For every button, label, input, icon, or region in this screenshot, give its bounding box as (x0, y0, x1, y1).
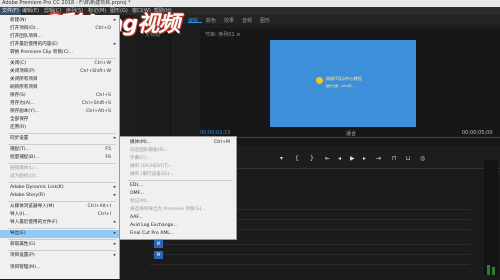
audio-track[interactable] (150, 255, 470, 265)
submenu-item-avid-log[interactable]: Avid Log Exchange... (120, 222, 236, 230)
chevron-right-icon: ▸ (113, 231, 116, 236)
menu-item-batch-capture[interactable]: 批量捕捉(B)... F6 (0, 154, 119, 162)
video-logo-text: 网络IT培训中心教程 (326, 76, 362, 81)
menu-separator (8, 250, 116, 251)
go-to-out-icon[interactable]: ⇥ (376, 155, 381, 162)
submenu-item-tape-dv: 磁带 (DV/HDV)(T)... (130, 164, 174, 169)
menu-item-link-media: 链接媒体(L)... (10, 166, 39, 171)
submenu-item-aaf[interactable]: AAF... (120, 214, 236, 222)
menu-separator (8, 58, 116, 59)
menu-item-new[interactable]: 新建(N) ▸ (0, 17, 119, 25)
go-to-in-icon[interactable]: ⇤ (325, 155, 330, 162)
menu-file[interactable]: 文件(F) (0, 7, 21, 15)
menu-item-get-properties[interactable]: 获取属性(G) ▸ (0, 241, 119, 249)
menu-item-convert-clip[interactable]: 转换 Premiere Clip 项目(C)... (0, 49, 119, 57)
extract-icon[interactable]: ⊔ (406, 155, 411, 162)
menu-separator (8, 239, 116, 240)
menu-item-export[interactable]: 导出(E) ▸ (0, 230, 119, 238)
menu-item-open-recent[interactable]: 打开最近使用的内容(E) ▸ (0, 41, 119, 49)
workspace-tab-graphics[interactable]: 图形 (260, 17, 270, 24)
export-submenu: 媒体(M)... Ctrl+M 动态图形模板(R)... 字幕(C)... 磁带 … (119, 136, 237, 240)
submenu-item-fcp-xml[interactable]: Final Cut Pro XML... (120, 230, 236, 238)
workspace-active-indicator (188, 22, 202, 23)
menu-item-make-offline: 设为脱机(O)... (10, 174, 40, 179)
workspace-tab-color[interactable]: 颜色 (206, 17, 216, 24)
audio-meter-right (492, 267, 495, 275)
submenu-item-tape-serial: 磁带 (串行设备)(S)... (130, 172, 174, 177)
menu-item-project-manager[interactable]: 项目管理(M)... (0, 264, 119, 272)
chevron-right-icon: ▸ (113, 242, 116, 247)
step-back-icon[interactable]: ◂ (338, 155, 341, 162)
submenu-item-motion-graphics: 动态图形模板(R)... (130, 148, 169, 153)
menu-item-dynamic-link[interactable]: Adobe Dynamic Link(K) ▸ (0, 184, 119, 192)
lift-icon[interactable]: ⊓ (392, 155, 397, 162)
transport-controls: ▾ { } ⇤ ◂ ▶ ▸ ⇥ ⊓ ⊔ ◎ (270, 155, 450, 165)
menu-item-refresh-all[interactable]: 刷新所有项目 (0, 84, 119, 92)
workspace-tab-audio[interactable]: 音频 (242, 17, 252, 24)
duration-timecode: 00;00;05;00 (462, 130, 493, 136)
menu-item-revert[interactable]: 还原(R) (0, 124, 119, 132)
menu-item-sync-settings[interactable]: 同步设置 ▸ (0, 135, 119, 143)
menu-item-save-as[interactable]: 另存为(A)... Ctrl+Shift+S (0, 100, 119, 108)
menu-item-close-project[interactable]: 关闭项目(P) Ctrl+Shift+W (0, 68, 119, 76)
menu-separator (128, 180, 232, 181)
chevron-right-icon: ▸ (113, 136, 116, 141)
audio-track[interactable] (150, 245, 470, 255)
menu-item-adobe-story[interactable]: Adobe Story(R) ▸ (0, 192, 119, 200)
submenu-item-selection-as-project: 将选择项导出为 Premiere 项目(S)... (130, 207, 206, 212)
audio-meters (484, 160, 498, 275)
add-marker-icon[interactable]: ▾ (280, 155, 283, 162)
menu-separator (8, 163, 116, 164)
logo-icon (316, 77, 323, 84)
menu-item-capture[interactable]: 捕捉(T)... F5 (0, 146, 119, 154)
workspace-tab-effects[interactable]: 效果 (224, 17, 234, 24)
chevron-right-icon: ▸ (113, 220, 116, 225)
menu-item-open-team-project[interactable]: 打开团队项目... (0, 33, 119, 41)
submenu-item-media[interactable]: 媒体(M)... Ctrl+M (120, 139, 236, 147)
menu-item-import-recent[interactable]: 导入最近使用的文件(F) ▸ (0, 219, 119, 227)
mark-in-icon[interactable]: { (295, 155, 299, 162)
menu-item-import[interactable]: 导入(I)... Ctrl+I (0, 211, 119, 219)
menu-item-close-all[interactable]: 关闭所有项目 (0, 76, 119, 84)
mark-out-icon[interactable]: } (310, 155, 314, 162)
menu-item-save-all[interactable]: 全部保存 (0, 116, 119, 124)
track-toggle-button[interactable]: M (154, 240, 163, 248)
menu-item-import-media-browser[interactable]: 从媒体浏览器导入(M) Ctrl+Alt+I (0, 203, 119, 211)
menu-separator (8, 201, 116, 202)
play-icon[interactable]: ▶ (350, 155, 355, 162)
chevron-right-icon: ▸ (113, 18, 116, 23)
zoom-fit-select[interactable]: 适合 (346, 130, 356, 137)
submenu-item-omf[interactable]: OMF... (120, 190, 236, 198)
chevron-right-icon: ▸ (113, 253, 116, 258)
menu-item-project-settings[interactable]: 项目设置(P) ▸ (0, 252, 119, 260)
chevron-right-icon: ▸ (113, 42, 116, 47)
program-monitor-label[interactable]: 节目: 序列01 ≡ (205, 31, 240, 38)
menu-separator (8, 133, 116, 134)
video-logo-subtext: 制作日期：2018年... (326, 84, 355, 88)
menu-item-save[interactable]: 保存(S) Ctrl+S (0, 92, 119, 100)
audio-meter-left (487, 265, 490, 275)
chevron-right-icon: ▸ (113, 185, 116, 190)
file-menu-dropdown: 新建(N) ▸ 打开项目(O)... Ctrl+O 打开团队项目... 打开最近使用… (0, 15, 120, 279)
menu-edit[interactable]: 编辑(E) (22, 7, 39, 15)
menu-item-open-project[interactable]: 打开项目(O)... Ctrl+O (0, 25, 119, 33)
menu-item-save-copy[interactable]: 保存副本(Y)... Ctrl+Alt+S (0, 108, 119, 116)
submenu-item-captions: 字幕(C)... (130, 156, 151, 161)
program-scrubber[interactable] (200, 137, 500, 138)
step-forward-icon[interactable]: ▸ (363, 155, 366, 162)
export-frame-icon[interactable]: ◎ (420, 155, 425, 162)
submenu-item-edl[interactable]: EDL... (120, 182, 236, 190)
track-toggle-button[interactable]: M (154, 251, 163, 259)
menu-separator (8, 144, 116, 145)
menu-separator (8, 228, 116, 229)
submenu-item-markers: 标记(M)... (130, 199, 152, 204)
menu-separator (8, 182, 116, 183)
menu-item-close[interactable]: 关闭(C) Ctrl+W (0, 60, 119, 68)
chevron-right-icon: ▸ (113, 193, 116, 198)
